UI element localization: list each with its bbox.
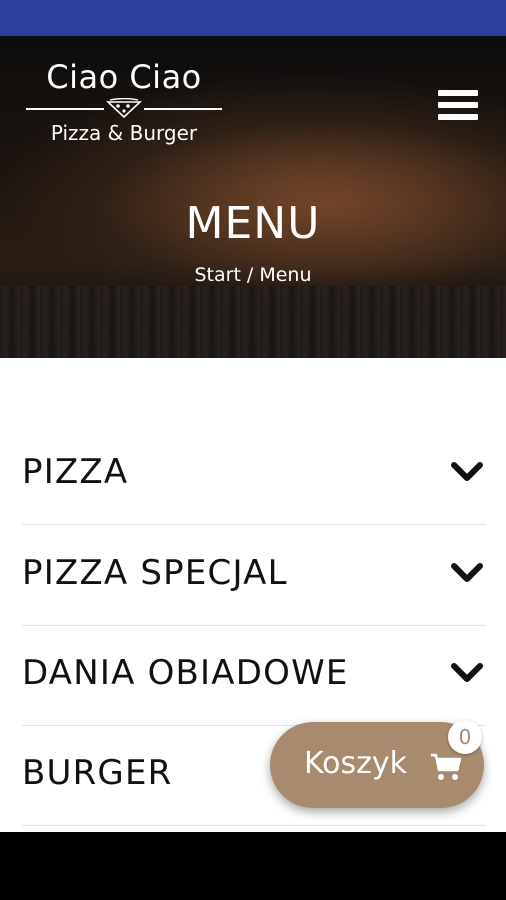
category-label: PIZZA	[22, 452, 129, 492]
chevron-down-icon[interactable]	[450, 460, 484, 484]
system-navigation-bar	[0, 832, 506, 900]
hamburger-menu-icon[interactable]	[438, 90, 478, 126]
breadcrumb-separator: /	[246, 264, 254, 286]
chevron-down-icon[interactable]	[450, 661, 484, 685]
logo-subtitle: Pizza & Burger	[50, 121, 198, 145]
chevron-down-icon[interactable]	[450, 561, 484, 585]
category-pizza[interactable]: PIZZA	[22, 424, 486, 525]
logo-divider	[26, 98, 222, 118]
category-label: BURGER	[22, 753, 173, 793]
pizza-slice-icon	[106, 98, 142, 118]
cart-count-badge: 0	[448, 720, 482, 754]
category-dania-obiadowe[interactable]: DANIA OBIADOWE	[22, 625, 486, 726]
cart-label: Koszyk	[304, 746, 408, 781]
status-bar	[0, 0, 506, 36]
logo-title: Ciao Ciao	[46, 58, 202, 96]
category-label: PIZZA SPECJAL	[22, 553, 288, 593]
category-label: DANIA OBIADOWE	[22, 653, 349, 693]
hero-banner: Ciao Ciao Pizza & Burger MENU Start / Menu	[0, 36, 506, 358]
logo[interactable]: Ciao Ciao Pizza & Burger	[26, 58, 222, 146]
page-title: MENU	[185, 198, 321, 249]
breadcrumb-home-link[interactable]: Start	[195, 264, 241, 286]
breadcrumb-current: Menu	[259, 264, 312, 286]
category-pizza-specjal[interactable]: PIZZA SPECJAL	[22, 525, 486, 626]
cart-icon	[431, 753, 462, 780]
breadcrumb: Start / Menu	[0, 264, 506, 286]
